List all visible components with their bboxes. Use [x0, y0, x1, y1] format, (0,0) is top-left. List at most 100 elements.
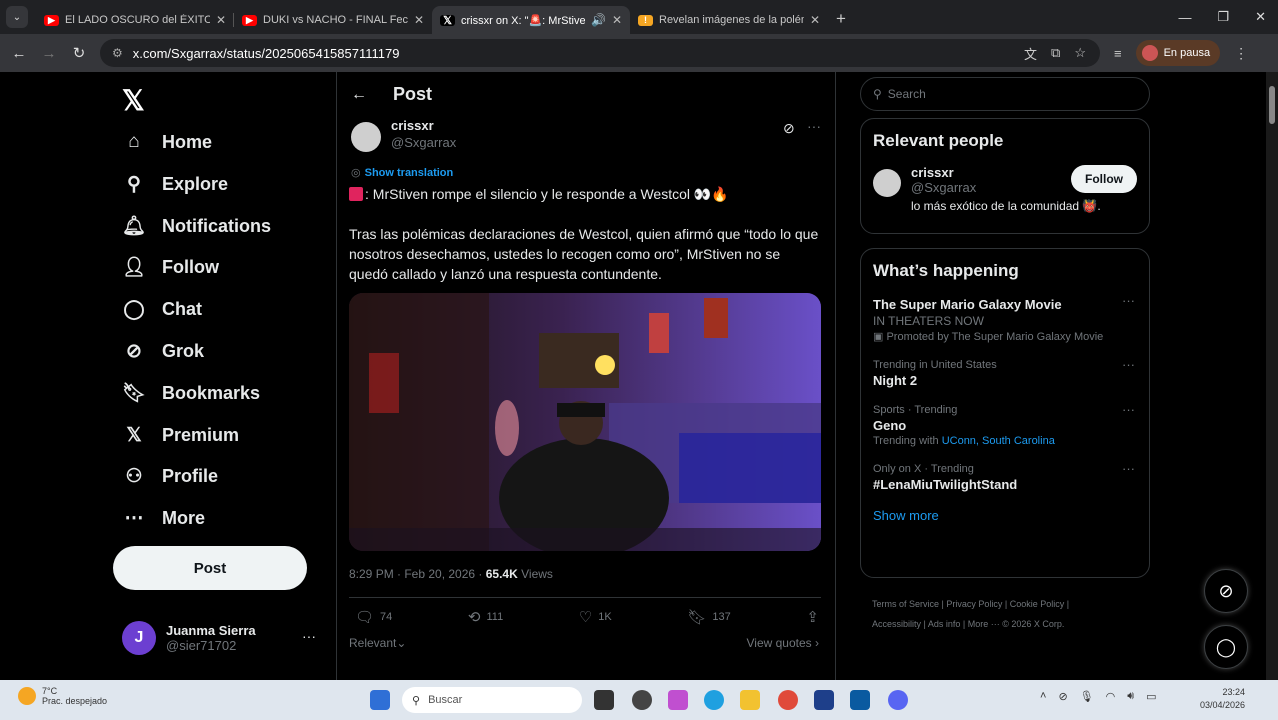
new-tab-button[interactable]: +	[836, 9, 846, 29]
author-name[interactable]: crissxr	[391, 118, 456, 133]
trend-item[interactable]: Only on X · Trending #LenaMiuTwilightSta…	[861, 455, 1149, 500]
share-button[interactable]: ⇪	[806, 608, 819, 626]
account-switcher[interactable]: J Juanma Sierra @sier71702 ···	[122, 616, 322, 660]
like-count: 1K	[598, 611, 612, 623]
chat-fab-button[interactable]: ◯	[1204, 625, 1248, 669]
browser-tab[interactable]: ! Revelan imágenes de la polémi ✕	[630, 6, 828, 34]
trend-more-icon[interactable]: ···	[1122, 293, 1135, 308]
chrome-icon[interactable]	[778, 690, 798, 710]
trend-item[interactable]: Trending in United States Night 2 ···	[861, 351, 1149, 396]
close-tab-icon[interactable]: ✕	[414, 13, 424, 27]
author-handle[interactable]: @Sxgarrax	[391, 135, 456, 150]
view-quotes-link[interactable]: View quotes ›	[747, 636, 820, 650]
sidebar-item-chat[interactable]: ◯ Chat	[122, 291, 202, 327]
avatar[interactable]	[873, 169, 901, 197]
search-input[interactable]: ⚲ Search	[860, 77, 1150, 111]
windows-start-icon[interactable]	[370, 690, 390, 710]
copilot-icon[interactable]	[668, 690, 688, 710]
sidebar-item-follow[interactable]: 👤︎ Follow	[122, 249, 219, 285]
show-translation-label[interactable]: Show translation	[365, 167, 454, 179]
speaker-icon[interactable]: 🔊	[591, 13, 606, 27]
edge-icon[interactable]	[704, 690, 724, 710]
avatar	[1141, 45, 1158, 61]
avatar[interactable]	[351, 122, 381, 152]
system-clock[interactable]: 23:24 03/04/2026	[1200, 686, 1245, 712]
task-view-icon[interactable]	[594, 690, 614, 710]
show-translation-link[interactable]: ◎ Show translation	[351, 166, 453, 179]
show-more-link[interactable]: Show more	[861, 500, 1149, 535]
bookmark-star-icon[interactable]: ☆	[1074, 45, 1086, 61]
url-text[interactable]: x.com/Sxgarrax/status/202506541585711117…	[133, 46, 1024, 61]
taskbar-search[interactable]: ⚲ Buscar	[402, 687, 582, 713]
restore-icon[interactable]: ❐	[1217, 9, 1229, 25]
wifi-icon[interactable]: ◠	[1106, 690, 1116, 703]
trend-more-icon[interactable]: ···	[1122, 461, 1135, 476]
translate-icon[interactable]: 文	[1024, 44, 1037, 63]
like-button[interactable]: ♡ 1K	[579, 608, 612, 626]
trend-item[interactable]: The Super Mario Galaxy Movie IN THEATERS…	[861, 287, 1149, 351]
volume-icon[interactable]: 🔊︎	[1127, 690, 1134, 703]
post-more-icon[interactable]: ···	[807, 118, 821, 134]
sort-dropdown[interactable]: Relevant⌄	[349, 636, 406, 650]
relevant-person[interactable]: crissxr @Sxgarrax lo más exótico de la c…	[861, 157, 1149, 221]
site-info-icon[interactable]: ⚙	[112, 46, 123, 60]
url-bar[interactable]: ⚙ x.com/Sxgarrax/status/2025065415857111…	[100, 39, 1100, 67]
forward-icon[interactable]: →	[34, 45, 64, 62]
app-icon[interactable]	[814, 690, 834, 710]
post-author[interactable]: crissxr @Sxgarrax	[351, 118, 456, 152]
trend-item[interactable]: Sports · Trending Geno Trending with UCo…	[861, 396, 1149, 455]
trend-more-icon[interactable]: ···	[1122, 402, 1135, 417]
browser-tab-active[interactable]: 𝕏 crissxr on X: "🚨: MrStiven 🔊 ✕	[432, 6, 630, 34]
sidebar-item-explore[interactable]: ⚲ Explore	[122, 166, 228, 202]
app-icon[interactable]	[632, 690, 652, 710]
reload-icon[interactable]: ↻	[64, 44, 94, 62]
grok-fab-button[interactable]: ⊘	[1204, 569, 1248, 613]
sidebar-item-profile[interactable]: ⚇ Profile	[122, 458, 218, 494]
sidebar-item-premium[interactable]: 𝕏 Premium	[122, 417, 239, 453]
bookmark-button[interactable]: 🔖︎ 137	[687, 608, 730, 626]
footer-line[interactable]: Accessibility | Ads info | More ··· © 20…	[872, 614, 1162, 634]
microphone-icon[interactable]: 🎙︎	[1080, 690, 1094, 703]
repost-button[interactable]: ⟲ 111	[468, 608, 503, 626]
x-logo-icon[interactable]: 𝕏	[122, 84, 145, 117]
page-scrollbar[interactable]	[1266, 72, 1278, 680]
browser-tab[interactable]: ▶ DUKI vs NACHO - FINAL Fecha ✕	[234, 6, 432, 34]
sidebar-item-notifications[interactable]: 🔔︎ Notifications	[122, 208, 271, 244]
close-window-icon[interactable]: ✕	[1255, 9, 1266, 25]
network-off-icon[interactable]: ⊘	[1058, 690, 1067, 703]
file-explorer-icon[interactable]	[740, 690, 760, 710]
profile-button[interactable]: En pausa	[1135, 40, 1221, 66]
close-tab-icon[interactable]: ✕	[216, 13, 226, 27]
reply-button[interactable]: 🗨︎ 74	[355, 608, 392, 626]
browser-tab[interactable]: ▶ El LADO OSCURO del ÉXITO de ✕	[36, 6, 234, 34]
post-video[interactable]	[349, 293, 821, 551]
tray-chevron-icon[interactable]: ˄	[1040, 690, 1046, 703]
follow-button[interactable]: Follow	[1071, 165, 1137, 193]
close-tab-icon[interactable]: ✕	[612, 13, 622, 27]
grok-icon[interactable]: ⊘	[783, 120, 795, 137]
sidebar-item-label: More	[162, 507, 206, 528]
close-tab-icon[interactable]: ✕	[810, 13, 820, 27]
trending-with-link[interactable]: UConn, South Carolina	[942, 435, 1055, 447]
weather-widget[interactable]: 7°C Prac. despejado	[18, 686, 107, 706]
install-app-icon[interactable]: ⧉	[1051, 45, 1060, 61]
tab-search-button[interactable]: ⌄	[6, 6, 28, 28]
sidebar-item-grok[interactable]: ⊘ Grok	[122, 333, 204, 369]
tab-list-icon[interactable]: ≡	[1114, 46, 1122, 61]
footer-line[interactable]: Terms of Service | Privacy Policy | Cook…	[872, 594, 1162, 614]
browser-menu-icon[interactable]: ⋮	[1234, 45, 1248, 62]
store-icon[interactable]	[850, 690, 870, 710]
sidebar-item-more[interactable]: ⋯ More	[122, 500, 206, 536]
battery-icon[interactable]: ▭	[1146, 690, 1156, 703]
account-more-icon[interactable]: ···	[302, 628, 316, 644]
post-button[interactable]: Post	[113, 546, 307, 590]
trend-more-icon[interactable]: ···	[1122, 357, 1135, 372]
back-icon[interactable]: ←	[4, 45, 34, 62]
minimize-icon[interactable]: —	[1178, 10, 1191, 25]
sidebar-item-bookmarks[interactable]: 🔖︎ Bookmarks	[122, 375, 260, 411]
trend-context: Only on X · Trending	[873, 463, 974, 475]
back-arrow-icon[interactable]: ←	[351, 86, 367, 104]
sidebar-item-home[interactable]: ⌂ Home	[122, 124, 212, 160]
scrollbar-thumb[interactable]	[1269, 86, 1275, 124]
discord-icon[interactable]	[888, 690, 908, 710]
